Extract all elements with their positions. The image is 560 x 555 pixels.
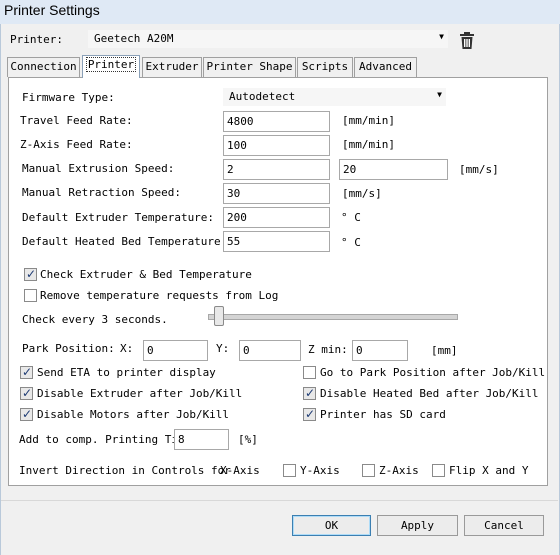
- park-x-input[interactable]: 0: [143, 340, 208, 361]
- go-park-label: Go to Park Position after Job/Kill: [320, 366, 546, 379]
- footer-divider: [1, 500, 558, 501]
- flip-xy-label: Flip X and Y: [449, 464, 529, 477]
- extruder-temp-unit: ° C: [341, 211, 361, 224]
- firmware-type-select[interactable]: Autodetect ▼: [223, 88, 446, 106]
- tab-connection-label: Connection: [10, 60, 77, 73]
- manual-retraction-label: Manual Retraction Speed:: [22, 186, 181, 199]
- z-feed-unit: [mm/min]: [342, 138, 395, 151]
- disable-bed-label: Disable Heated Bed after Job/Kill: [320, 387, 539, 400]
- tab-printer-shape-label: Printer Shape: [206, 60, 293, 73]
- invert-y-label: Y-Axis: [300, 464, 340, 477]
- park-position-label: Park Position:: [22, 342, 115, 355]
- send-eta-label: Send ETA to printer display: [37, 366, 216, 379]
- printer-label: Printer:: [10, 33, 63, 46]
- title-bar: Printer Settings: [0, 0, 560, 24]
- tab-connection[interactable]: Connection: [7, 57, 80, 77]
- manual-extrusion-input[interactable]: 2: [223, 159, 330, 180]
- disable-extruder-checkbox[interactable]: [20, 386, 33, 400]
- bed-temp-input[interactable]: 55: [223, 231, 330, 252]
- check-temp-label: Check Extruder & Bed Temperature: [40, 268, 252, 281]
- manual-extrusion-label: Manual Extrusion Speed:: [22, 162, 175, 175]
- printer-select-value: Geetech A20M: [94, 32, 174, 45]
- park-x-label: X:: [120, 342, 134, 355]
- sd-card-label: Printer has SD card: [320, 408, 446, 421]
- firmware-type-value: Autodetect: [229, 90, 296, 103]
- tab-extruder[interactable]: Extruder: [142, 57, 202, 77]
- ok-button[interactable]: OK: [292, 515, 371, 536]
- park-y-input[interactable]: 0: [239, 340, 301, 361]
- add-time-input[interactable]: 8: [174, 429, 229, 450]
- invert-x-label: X-Axis: [220, 464, 260, 477]
- invert-z-checkbox[interactable]: [362, 464, 375, 477]
- trash-icon[interactable]: [459, 32, 475, 50]
- travel-feed-unit: [mm/min]: [342, 114, 395, 127]
- apply-button[interactable]: Apply: [377, 515, 458, 536]
- park-z-input[interactable]: 0: [352, 340, 408, 361]
- disable-motors-checkbox[interactable]: [20, 407, 33, 421]
- park-unit: [mm]: [431, 344, 458, 357]
- tab-scripts-label: Scripts: [301, 60, 349, 73]
- check-every-label: Check every 3 seconds.: [22, 313, 168, 326]
- printer-select[interactable]: Geetech A20M ▼: [88, 30, 448, 48]
- manual-retraction-unit: [mm/s]: [342, 187, 382, 200]
- tab-advanced[interactable]: Advanced: [354, 57, 417, 77]
- add-time-label: Add to comp. Printing Time: [19, 433, 192, 446]
- travel-feed-label: Travel Feed Rate:: [20, 114, 133, 127]
- invert-z-label: Z-Axis: [379, 464, 419, 477]
- tab-printer-shape[interactable]: Printer Shape: [203, 57, 296, 77]
- tab-printer[interactable]: Printer: [82, 55, 140, 78]
- flip-xy-checkbox[interactable]: [432, 464, 445, 477]
- chevron-down-icon: ▼: [439, 32, 444, 41]
- bed-temp-label: Default Heated Bed Temperature:: [22, 235, 228, 248]
- invert-y-checkbox[interactable]: [283, 464, 296, 477]
- remove-temp-checkbox[interactable]: [24, 289, 37, 302]
- tab-printer-label: Printer: [85, 57, 137, 72]
- cancel-button[interactable]: Cancel: [464, 515, 544, 536]
- go-park-checkbox[interactable]: [303, 366, 316, 379]
- firmware-type-label: Firmware Type:: [22, 91, 115, 104]
- extruder-temp-label: Default Extruder Temperature:: [22, 211, 215, 224]
- disable-extruder-label: Disable Extruder after Job/Kill: [37, 387, 243, 400]
- manual-retraction-input[interactable]: 30: [223, 183, 330, 204]
- park-z-label: Z min:: [308, 343, 348, 356]
- park-y-label: Y:: [216, 342, 230, 355]
- tab-scripts[interactable]: Scripts: [297, 57, 353, 77]
- check-temp-checkbox[interactable]: [24, 267, 37, 281]
- sd-card-checkbox[interactable]: [303, 407, 316, 421]
- extruder-temp-input[interactable]: 200: [223, 207, 330, 228]
- disable-motors-label: Disable Motors after Job/Kill: [37, 408, 230, 421]
- tab-extruder-label: Extruder: [145, 60, 199, 73]
- travel-feed-input[interactable]: 4800: [223, 111, 330, 132]
- tab-advanced-label: Advanced: [359, 60, 412, 73]
- send-eta-checkbox[interactable]: [20, 365, 33, 379]
- invert-direction-label: Invert Direction in Controls for: [19, 464, 231, 477]
- add-time-unit: [%]: [238, 433, 258, 446]
- check-every-slider-track[interactable]: [208, 314, 458, 320]
- manual-extrusion-unit: [mm/s]: [459, 163, 499, 176]
- z-feed-input[interactable]: 100: [223, 135, 330, 156]
- manual-extrusion-max-input[interactable]: 20: [339, 159, 448, 180]
- disable-bed-checkbox[interactable]: [303, 386, 316, 400]
- chevron-down-icon: ▼: [437, 90, 442, 99]
- z-feed-label: Z-Axis Feed Rate:: [20, 138, 133, 151]
- bed-temp-unit: ° C: [341, 236, 361, 249]
- window-title: Printer Settings: [4, 2, 100, 18]
- remove-temp-label: Remove temperature requests from Log: [40, 289, 279, 302]
- check-every-slider-thumb[interactable]: [214, 306, 224, 326]
